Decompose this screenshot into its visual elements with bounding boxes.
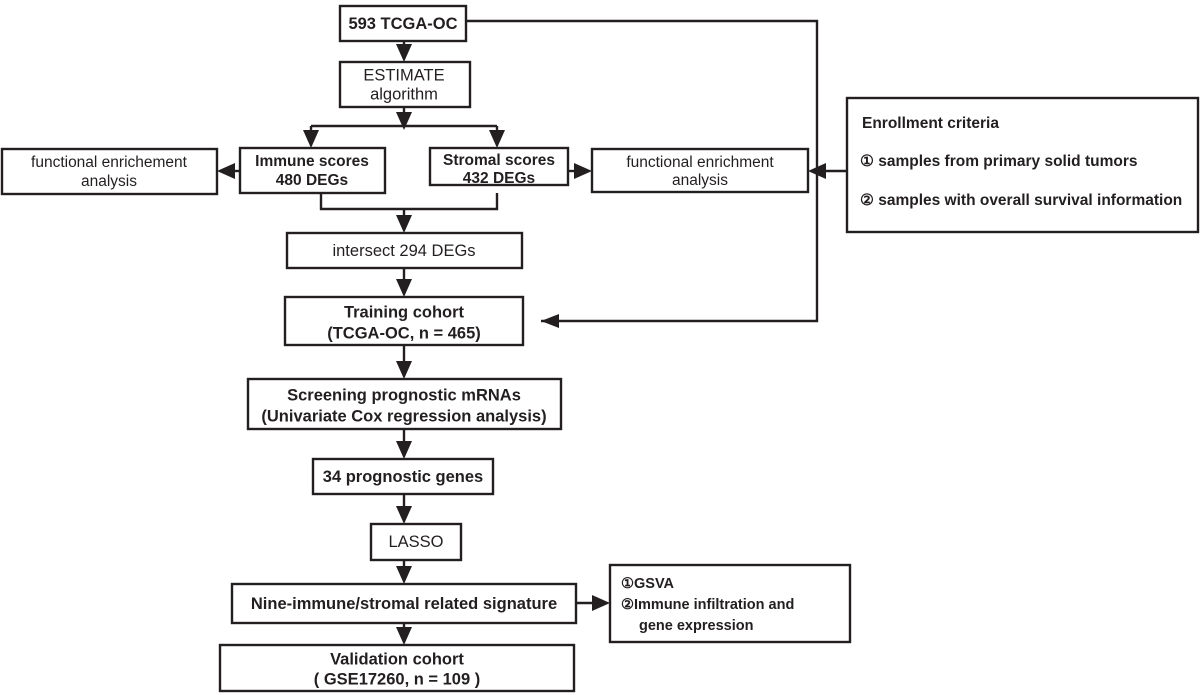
enrollment-criteria-heading: Enrollment criteria [862, 115, 999, 132]
lasso-label: LASSO [388, 533, 443, 551]
node-intersect-degs[interactable]: intersect 294 DEGs [285, 231, 524, 270]
screening-label-line1: Screening prognostic mRNAs [287, 386, 521, 404]
validation-cohort-label-line2: ( GSE17260, n = 109 ) [314, 670, 480, 688]
source-cohort-label: 593 TCGA-OC [348, 15, 457, 33]
validation-cohort-label-line1: Validation cohort [330, 650, 464, 668]
node-downstream-analysis[interactable]: ①GSVA ②Immune infiltration and gene expr… [608, 563, 852, 644]
connector-enrollment-to-enrichment-right [808, 163, 847, 179]
node-enrollment-criteria[interactable]: Enrollment criteria ① samples from prima… [845, 96, 1200, 234]
training-cohort-label-line2: (TCGA-OC, n = 465) [327, 324, 481, 342]
connector-immune-to-enrichment-left [217, 163, 240, 179]
enrichment-right-label-line2: analysis [672, 172, 728, 189]
node-screening-prognostic-mrnas[interactable]: Screening prognostic mRNAs (Univariate C… [246, 377, 563, 431]
downstream-analysis-item-2-cont: gene expression [639, 618, 753, 634]
node-estimate-algorithm[interactable]: ESTIMATE algorithm [338, 60, 472, 109]
immune-scores-label-line1: Immune scores [255, 153, 369, 170]
connector-signature-to-downstream [576, 595, 610, 611]
training-cohort-label-line1: Training cohort [344, 303, 465, 321]
enrichment-left-label-line2: analysis [81, 173, 137, 190]
connector-stromal-to-enrichment-right [568, 163, 592, 179]
downstream-analysis-item-1: ①GSVA [621, 576, 675, 592]
prognostic-genes-label: 34 prognostic genes [323, 468, 483, 486]
node-training-cohort[interactable]: Training cohort (TCGA-OC, n = 465) [283, 295, 525, 347]
connector-genes-to-lasso [396, 494, 412, 524]
node-enrichment-right[interactable]: functional enrichment analysis [590, 147, 810, 194]
connector-signature-to-validation [396, 623, 412, 645]
stromal-scores-label-line1: Stromal scores [443, 152, 555, 169]
node-lasso[interactable]: LASSO [369, 522, 463, 562]
estimate-label-line1: ESTIMATE [363, 66, 444, 84]
node-validation-cohort[interactable]: Validation cohort ( GSE17260, n = 109 ) [218, 643, 576, 693]
node-stromal-scores[interactable]: Stromal scores 432 DEGs [428, 146, 570, 187]
stromal-scores-label-line2: 432 DEGs [463, 170, 535, 187]
node-immune-scores[interactable]: Immune scores 480 DEGs [238, 146, 387, 195]
connector-training-to-screening [396, 345, 412, 379]
screening-label-line2: (Univariate Cox regression analysis) [261, 407, 546, 425]
enrollment-criteria-item-1: ① samples from primary solid tumors [860, 153, 1137, 170]
connector-lasso-to-signature [396, 560, 412, 584]
node-signature[interactable]: Nine-immune/stromal related signature [230, 582, 578, 625]
connector-intersect-to-training [396, 268, 412, 297]
node-enrichment-left[interactable]: functional enrichement analysis [0, 147, 219, 196]
connector-scores-merge-to-intersect [319, 193, 499, 233]
flowchart-canvas: 593 TCGA-OC ESTIMATE algorithm Immune sc… [0, 0, 1200, 695]
signature-label: Nine-immune/stromal related signature [251, 595, 557, 613]
immune-scores-label-line2: 480 DEGs [276, 172, 348, 189]
enrollment-criteria-item-2: ② samples with overall survival informat… [860, 192, 1182, 209]
intersect-degs-label: intersect 294 DEGs [332, 242, 475, 260]
enrichment-right-label-line1: functional enrichment [626, 154, 774, 171]
connector-screening-to-genes [396, 429, 412, 459]
connector-source-to-estimate [396, 41, 412, 62]
estimate-label-line2: algorithm [370, 85, 438, 103]
flowchart-svg: 593 TCGA-OC ESTIMATE algorithm Immune sc… [0, 4, 1200, 693]
connector-estimate-split [303, 107, 505, 148]
downstream-analysis-item-2: ②Immune infiltration and [621, 597, 794, 613]
enrichment-left-label-line1: functional enrichement [31, 154, 188, 171]
node-source-cohort[interactable]: 593 TCGA-OC [338, 4, 468, 43]
node-prognostic-genes[interactable]: 34 prognostic genes [311, 457, 495, 496]
